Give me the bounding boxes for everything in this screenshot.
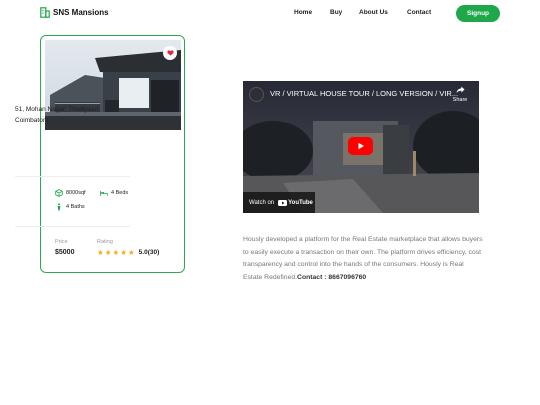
rating-label: Rating xyxy=(97,239,113,245)
price-label: Price xyxy=(55,239,68,245)
star-icon: ★ xyxy=(104,248,112,257)
brand-name: SNS Mansions xyxy=(53,8,109,17)
property-address[interactable]: 51, Mohan Nagar, Thudiyalur, Coimbatore xyxy=(15,105,135,126)
beds-feature: 4 Beds xyxy=(100,189,128,197)
area-feature: 8000sqf xyxy=(55,189,86,197)
baths-value: 4 Baths xyxy=(66,204,85,210)
watch-on-label: Watch on xyxy=(249,199,275,206)
company-description: Hously developed a platform for the Real… xyxy=(243,234,483,284)
rating-value: 5.0(30) xyxy=(138,249,160,256)
person-icon xyxy=(57,203,61,211)
property-card[interactable] xyxy=(40,35,185,273)
channel-avatar[interactable] xyxy=(249,87,264,102)
play-button[interactable] xyxy=(348,137,373,155)
building-icon xyxy=(40,7,50,18)
nav-home[interactable]: Home xyxy=(294,9,312,16)
heart-icon xyxy=(166,50,174,56)
nav-contact[interactable]: Contact xyxy=(407,9,431,16)
cube-icon xyxy=(55,189,63,197)
youtube-logo: YouTube xyxy=(278,199,313,206)
star-icon: ★ xyxy=(112,248,120,257)
video-title[interactable]: VR / VIRTUAL HOUSE TOUR / LONG VERSION /… xyxy=(270,89,458,98)
bed-icon xyxy=(100,191,108,196)
rating: ★ ★ ★ ★ ★ 5.0(30) xyxy=(97,248,159,257)
youtube-icon xyxy=(278,199,288,206)
contact-info[interactable]: Contact : 8667096760 xyxy=(297,274,366,281)
star-icon: ★ xyxy=(120,248,127,257)
area-value: 8000sqf xyxy=(66,190,86,196)
video-player[interactable]: VR / VIRTUAL HOUSE TOUR / LONG VERSION /… xyxy=(243,81,479,213)
card-divider-bottom xyxy=(15,226,130,227)
star-icon: ★ xyxy=(127,248,135,257)
star-icon: ★ xyxy=(97,248,104,257)
brand[interactable]: SNS Mansions xyxy=(40,7,109,18)
watch-on-youtube[interactable]: Watch on YouTube xyxy=(243,192,315,213)
card-divider-top xyxy=(15,176,130,177)
beds-value: 4 Beds xyxy=(111,190,129,196)
nav-buy[interactable]: Buy xyxy=(330,9,342,16)
play-icon xyxy=(358,142,364,150)
navbar: SNS Mansions Home Buy About Us Contact S… xyxy=(0,0,540,28)
price-value: $5000 xyxy=(55,249,75,256)
nav-about-us[interactable]: About Us xyxy=(359,9,388,16)
share-button[interactable]: Share xyxy=(450,86,470,103)
baths-feature: 4 Baths xyxy=(55,203,85,211)
signup-button[interactable]: Signup xyxy=(456,5,500,22)
share-icon xyxy=(456,86,464,94)
share-label: Share xyxy=(452,97,468,103)
youtube-label: YouTube xyxy=(288,199,313,206)
favorite-button[interactable] xyxy=(163,46,177,60)
